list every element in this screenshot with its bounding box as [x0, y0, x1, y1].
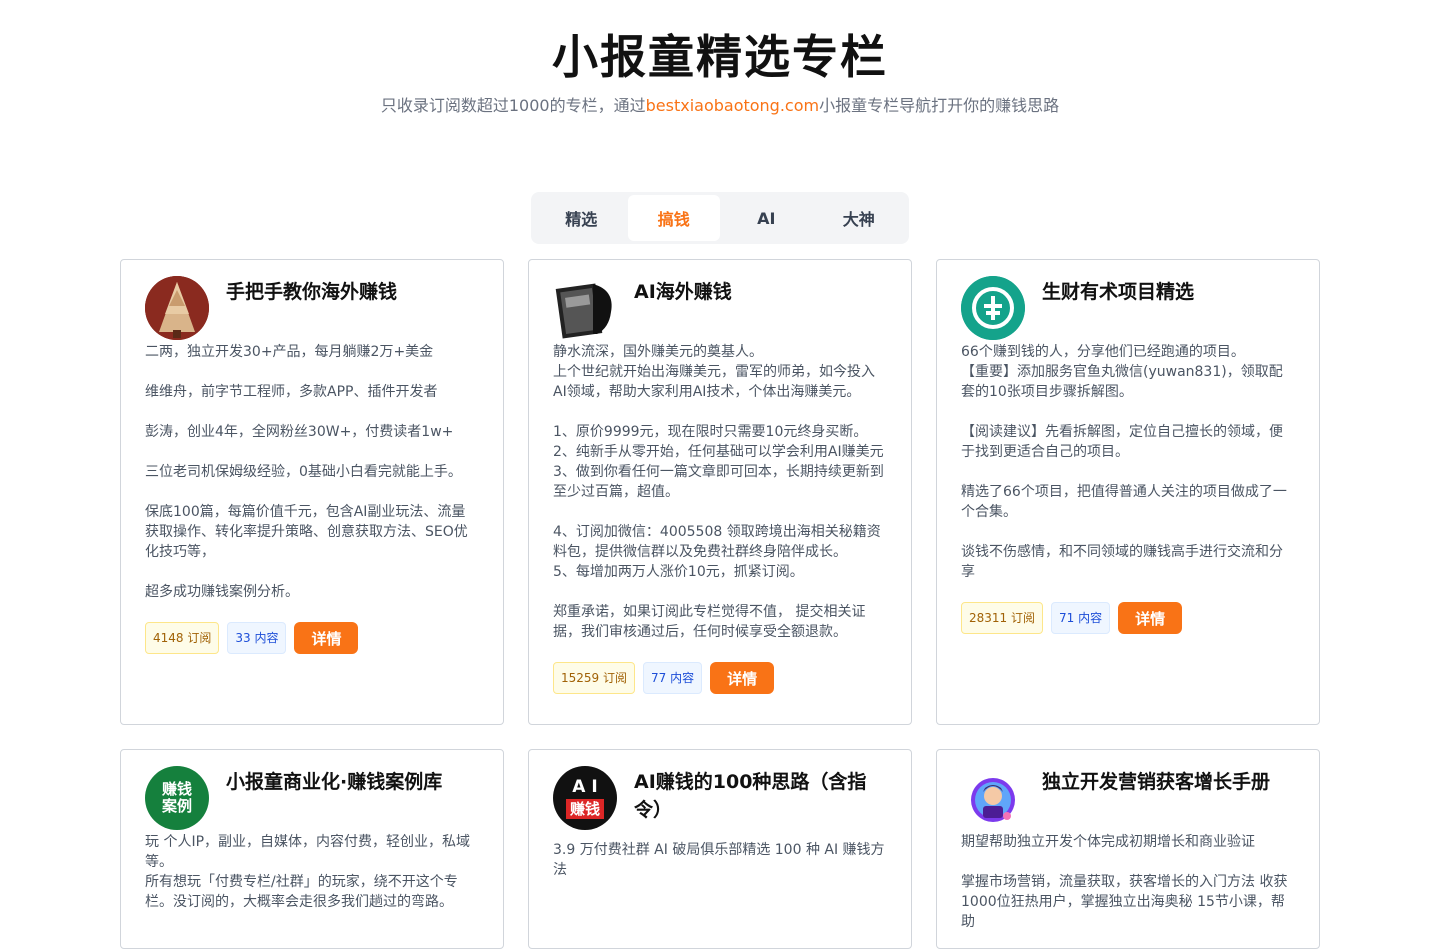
site-link[interactable]: bestxiaobaotong.com [646, 96, 819, 115]
card-title[interactable]: 小报童商业化·赚钱案例库 [226, 768, 442, 796]
page-subtitle: 只收录订阅数超过1000的专栏，通过bestxiaobaotong.com小报童… [0, 94, 1440, 118]
subscribers-badge: 4148 订阅 [145, 622, 220, 654]
card-title[interactable]: 手把手教你海外赚钱 [226, 278, 397, 306]
card-title[interactable]: 独立开发营销获客增长手册 [1042, 768, 1270, 796]
category-tabs-wrap: 精选 搞钱 AI 大神 [0, 192, 1440, 244]
card-title[interactable]: AI赚钱的100种思路（含指令） [634, 768, 887, 824]
card-description: 静水流深，国外赚美元的奠基人。 上个世纪就开始出海赚美元，雷军的师弟，如今投入A… [553, 344, 884, 640]
tab-masters[interactable]: 大神 [813, 195, 906, 241]
column-card: A I 赚钱 AI赚钱的100种思路（含指令） 3.9 万付费社群 AI 破局俱… [528, 749, 912, 949]
money-case-avatar-icon: 赚钱 案例 [145, 766, 209, 830]
column-card: 独立开发营销获客增长手册 期望帮助独立开发个体完成初期增长和商业验证 掌握市场营… [936, 749, 1320, 949]
developer-avatar-icon [961, 766, 1025, 830]
card-header: 手把手教你海外赚钱 [145, 276, 479, 340]
avatar-text-money: 赚钱 [565, 799, 604, 819]
card-footer: 28311 订阅 71 内容 详情 [961, 602, 1295, 634]
money-head-avatar-icon [553, 276, 617, 340]
card-description: 66个赚到钱的人，分享他们已经跑通的项目。 【重要】添加服务官鱼丸微信(yuwa… [961, 344, 1287, 580]
column-card: 生财有术项目精选 66个赚到钱的人，分享他们已经跑通的项目。 【重要】添加服务官… [936, 259, 1320, 725]
christmas-tree-avatar-icon [145, 276, 209, 340]
page-title: 小报童精选专栏 [552, 30, 888, 84]
page-header: 小报童精选专栏 只收录订阅数超过1000的专栏，通过bestxiaobaoton… [0, 0, 1440, 118]
yuan-coin-avatar-icon [961, 276, 1025, 340]
subscribers-badge: 15259 订阅 [553, 662, 635, 694]
subtitle-text-start: 只收录订阅数超过1000的专栏，通过 [380, 96, 646, 115]
posts-badge: 77 内容 [643, 662, 703, 694]
card-footer: 15259 订阅 77 内容 详情 [553, 662, 887, 694]
column-card: 赚钱 案例 小报童商业化·赚钱案例库 玩 个人IP，副业，自媒体，内容付费，轻创… [120, 749, 504, 949]
card-description: 二两，独立开发30+产品，每月躺赚2万+美金 维维舟，前字节工程师，多款APP、… [145, 344, 468, 600]
card-title[interactable]: AI海外赚钱 [634, 278, 732, 306]
subtitle-text-end: 小报童专栏导航打开你的赚钱思路 [819, 96, 1060, 115]
subscribers-badge: 28311 订阅 [961, 602, 1043, 634]
card-description: 期望帮助独立开发个体完成初期增长和商业验证 掌握市场营销，流量获取，获客增长的入… [961, 834, 1288, 930]
column-card: AI海外赚钱 静水流深，国外赚美元的奠基人。 上个世纪就开始出海赚美元，雷军的师… [528, 259, 912, 725]
card-description: 3.9 万付费社群 AI 破局俱乐部精选 100 种 AI 赚钱方法 [553, 842, 885, 878]
details-button[interactable]: 详情 [710, 662, 775, 694]
card-header: 赚钱 案例 小报童商业化·赚钱案例库 [145, 766, 479, 830]
details-button[interactable]: 详情 [294, 622, 359, 654]
category-tabs: 精选 搞钱 AI 大神 [531, 192, 909, 244]
tab-ai[interactable]: AI [720, 195, 813, 241]
details-button[interactable]: 详情 [1118, 602, 1183, 634]
ai-money-avatar-icon: A I 赚钱 [553, 766, 617, 830]
column-grid: 手把手教你海外赚钱 二两，独立开发30+产品，每月躺赚2万+美金 维维舟，前字节… [120, 259, 1320, 949]
column-card: 手把手教你海外赚钱 二两，独立开发30+产品，每月躺赚2万+美金 维维舟，前字节… [120, 259, 504, 725]
card-footer: 4148 订阅 33 内容 详情 [145, 622, 479, 654]
card-header: AI海外赚钱 [553, 276, 887, 340]
card-description: 玩 个人IP，副业，自媒体，内容付费，轻创业，私域等。 所有想玩「付费专栏/社群… [145, 834, 471, 910]
posts-badge: 71 内容 [1051, 602, 1111, 634]
card-header: A I 赚钱 AI赚钱的100种思路（含指令） [553, 766, 887, 830]
tab-featured[interactable]: 精选 [535, 195, 628, 241]
card-header: 独立开发营销获客增长手册 [961, 766, 1295, 830]
card-header: 生财有术项目精选 [961, 276, 1295, 340]
card-title[interactable]: 生财有术项目精选 [1042, 278, 1194, 306]
posts-badge: 33 内容 [227, 622, 287, 654]
tab-money[interactable]: 搞钱 [627, 195, 720, 241]
avatar-text-ai: A I [572, 777, 598, 797]
